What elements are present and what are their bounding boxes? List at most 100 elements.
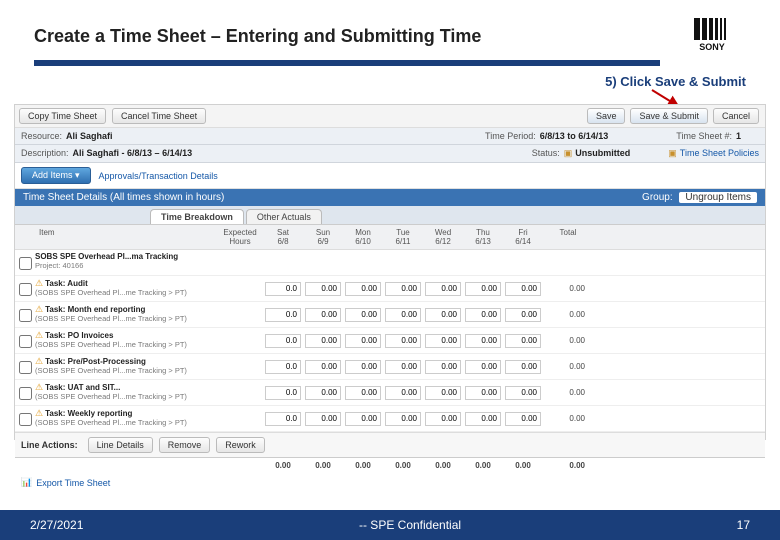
time-entry-input[interactable] xyxy=(385,282,421,296)
warning-icon: ⚠ xyxy=(35,356,43,366)
line-details-button[interactable]: Line Details xyxy=(88,437,153,453)
time-entry-input[interactable] xyxy=(425,412,461,426)
time-entry-input[interactable] xyxy=(505,308,541,322)
time-entry-input[interactable] xyxy=(465,386,501,400)
time-entry-input[interactable] xyxy=(305,282,341,296)
time-entry-input[interactable] xyxy=(265,308,301,322)
timesheet-app: Copy Time Sheet Cancel Time Sheet Save S… xyxy=(14,104,766,440)
policies-link[interactable]: Time Sheet Policies xyxy=(680,148,759,159)
description-label: Description: xyxy=(21,148,69,159)
time-entry-input[interactable] xyxy=(305,360,341,374)
time-entry-input[interactable] xyxy=(465,412,501,426)
tab-time-breakdown[interactable]: Time Breakdown xyxy=(150,209,244,224)
line-actions-label: Line Actions: xyxy=(21,440,78,450)
row-total: 0.00 xyxy=(543,328,593,353)
column-total: 0.00 xyxy=(343,458,383,473)
time-entry-input[interactable] xyxy=(465,282,501,296)
row-checkbox[interactable] xyxy=(19,361,32,374)
row-total: 0.00 xyxy=(543,302,593,327)
time-entry-input[interactable] xyxy=(465,308,501,322)
row-checkbox[interactable] xyxy=(19,413,32,426)
time-entry-input[interactable] xyxy=(265,282,301,296)
time-entry-input[interactable] xyxy=(345,308,381,322)
row-total: 0.00 xyxy=(543,406,593,431)
time-entry-input[interactable] xyxy=(345,282,381,296)
group-select[interactable]: Ungroup Items xyxy=(679,192,757,203)
footer-date: 2/27/2021 xyxy=(0,518,83,532)
details-header: Time Sheet Details (All times shown in h… xyxy=(15,189,765,206)
tab-other-actuals[interactable]: Other Actuals xyxy=(246,209,322,224)
time-entry-input[interactable] xyxy=(305,308,341,322)
rework-button[interactable]: Rework xyxy=(216,437,265,453)
warning-icon: ⚠ xyxy=(35,278,43,288)
export-timesheet-link[interactable]: Export Time Sheet xyxy=(36,478,110,488)
table-row: SOBS SPE Overhead Pl...ma TrackingProjec… xyxy=(15,250,765,276)
table-row: ⚠Task: PO Invoices(SOBS SPE Overhead Pl.… xyxy=(15,328,765,354)
warning-icon: ⚠ xyxy=(35,382,43,392)
time-entry-input[interactable] xyxy=(345,386,381,400)
policies-icon: ▣ xyxy=(668,148,677,159)
table-row: ⚠Task: Pre/Post-Processing(SOBS SPE Over… xyxy=(15,354,765,380)
row-total: 0.00 xyxy=(543,380,593,405)
title-rule xyxy=(34,60,660,66)
save-submit-button[interactable]: Save & Submit xyxy=(630,108,708,124)
row-total xyxy=(543,250,593,275)
time-entry-input[interactable] xyxy=(305,386,341,400)
time-entry-input[interactable] xyxy=(505,386,541,400)
time-entry-input[interactable] xyxy=(505,282,541,296)
approvals-link[interactable]: Approvals/Transaction Details xyxy=(99,171,218,181)
time-entry-input[interactable] xyxy=(385,386,421,400)
col-total-header: Total xyxy=(543,225,593,249)
time-entry-input[interactable] xyxy=(305,334,341,348)
time-entry-input[interactable] xyxy=(265,412,301,426)
sheetnum-label: Time Sheet #: xyxy=(676,131,732,141)
time-entry-input[interactable] xyxy=(425,282,461,296)
details-header-title: Time Sheet Details (All times shown in h… xyxy=(23,192,224,203)
time-entry-input[interactable] xyxy=(425,386,461,400)
time-entry-input[interactable] xyxy=(345,360,381,374)
col-day-header: Sun6/9 xyxy=(303,225,343,249)
svg-text:SONY: SONY xyxy=(699,42,725,52)
column-total: 0.00 xyxy=(263,458,303,473)
time-entry-input[interactable] xyxy=(425,360,461,374)
warning-icon: ⚠ xyxy=(35,330,43,340)
row-checkbox[interactable] xyxy=(19,309,32,322)
col-day-header: Mon6/10 xyxy=(343,225,383,249)
row-checkbox[interactable] xyxy=(19,335,32,348)
time-entry-input[interactable] xyxy=(465,334,501,348)
column-total: 0.00 xyxy=(463,458,503,473)
col-day-header: Tue6/11 xyxy=(383,225,423,249)
column-total: 0.00 xyxy=(383,458,423,473)
time-entry-input[interactable] xyxy=(425,308,461,322)
time-entry-input[interactable] xyxy=(265,386,301,400)
row-checkbox[interactable] xyxy=(19,283,32,296)
time-entry-input[interactable] xyxy=(265,334,301,348)
time-entry-input[interactable] xyxy=(385,308,421,322)
time-entry-input[interactable] xyxy=(385,412,421,426)
row-checkbox[interactable] xyxy=(19,387,32,400)
cancel-timesheet-button[interactable]: Cancel Time Sheet xyxy=(112,108,206,124)
time-entry-input[interactable] xyxy=(505,334,541,348)
row-checkbox[interactable] xyxy=(19,257,32,270)
time-entry-input[interactable] xyxy=(465,360,501,374)
time-entry-input[interactable] xyxy=(385,360,421,374)
time-entry-input[interactable] xyxy=(505,360,541,374)
time-entry-input[interactable] xyxy=(425,334,461,348)
time-entry-input[interactable] xyxy=(345,334,381,348)
cancel-button[interactable]: Cancel xyxy=(713,108,759,124)
grid-body: SOBS SPE Overhead Pl...ma TrackingProjec… xyxy=(15,250,765,432)
time-entry-input[interactable] xyxy=(385,334,421,348)
add-items-dropdown[interactable]: Add Items ▾ xyxy=(21,167,91,184)
remove-button[interactable]: Remove xyxy=(159,437,211,453)
time-entry-input[interactable] xyxy=(305,412,341,426)
sony-logo: SONY xyxy=(692,18,746,54)
row-total: 0.00 xyxy=(543,354,593,379)
copy-timesheet-button[interactable]: Copy Time Sheet xyxy=(19,108,106,124)
save-button[interactable]: Save xyxy=(587,108,626,124)
time-entry-input[interactable] xyxy=(345,412,381,426)
time-entry-input[interactable] xyxy=(265,360,301,374)
description-value: Ali Saghafi - 6/8/13 – 6/14/13 xyxy=(73,148,193,159)
column-total: 0.00 xyxy=(423,458,463,473)
warning-icon: ⚠ xyxy=(35,408,43,418)
time-entry-input[interactable] xyxy=(505,412,541,426)
